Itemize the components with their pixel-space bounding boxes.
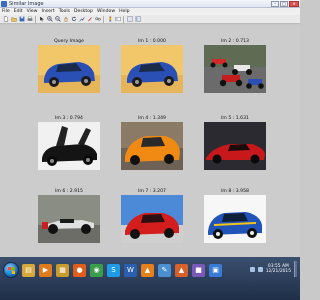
result-image[interactable]	[38, 195, 100, 243]
figure-canvas: Query Image Im 1 : 0.000 Im 2 : 0.713 Im…	[0, 25, 300, 257]
result-tile: Im 8 : 3.958	[204, 189, 266, 243]
menu-tools[interactable]: Tools	[59, 8, 70, 15]
vlc-icon[interactable]: ▲	[141, 263, 154, 277]
window-title: Similar Image	[9, 1, 44, 7]
result-tile: Im 5 : 1.631	[204, 116, 266, 170]
media-player-icon[interactable]: ▶	[39, 263, 52, 277]
windows-logo-icon	[8, 267, 15, 274]
colorbar-icon[interactable]	[106, 16, 113, 23]
result-tile: Im 6 : 2.915	[38, 189, 100, 243]
result-image[interactable]	[121, 195, 183, 243]
menu-bar: File Edit View Insert Tools Desktop Wind…	[0, 8, 300, 15]
pinned-apps: ▤ ▶ ▦ ● ◉ S W ▲ ✎ ▲ ■ ▣	[22, 261, 222, 279]
legend-icon[interactable]	[114, 16, 121, 23]
menu-insert[interactable]: Insert	[42, 8, 55, 15]
toolbar-separator	[103, 15, 104, 23]
result-tile: Im 3 : 0.794	[38, 116, 100, 170]
pan-icon[interactable]	[62, 16, 69, 23]
menu-edit[interactable]: Edit	[14, 8, 23, 15]
result-image[interactable]	[121, 45, 183, 93]
folder-icon[interactable]: ▦	[56, 263, 69, 277]
window-controls: – □ ✕	[271, 1, 299, 7]
new-icon[interactable]	[2, 16, 9, 23]
result-tile: Query Image	[38, 39, 100, 93]
skype-icon[interactable]: S	[107, 263, 120, 277]
taskbar: ▤ ▶ ▦ ● ◉ S W ▲ ✎ ▲ ■ ▣ 03:55 AM 12/21/2015	[0, 257, 300, 300]
word-icon[interactable]: W	[124, 263, 137, 277]
system-tray: 03:55 AM 12/21/2015	[249, 261, 297, 277]
start-button[interactable]	[3, 262, 19, 278]
clock-date: 12/21/2015	[265, 269, 291, 274]
clock[interactable]: 03:55 AM 12/21/2015	[266, 264, 291, 274]
pointer-icon[interactable]	[38, 16, 45, 23]
firefox-icon[interactable]: ●	[73, 263, 86, 277]
volume-icon[interactable]	[257, 266, 263, 272]
brush-icon[interactable]	[86, 16, 93, 23]
zoom-in-icon[interactable]	[46, 16, 53, 23]
result-image[interactable]	[204, 122, 266, 170]
print-icon[interactable]	[26, 16, 33, 23]
show-desktop-button[interactable]	[294, 261, 297, 277]
show-plot-tools-icon[interactable]	[134, 16, 141, 23]
menu-view[interactable]: View	[27, 8, 38, 15]
figure-window-icon[interactable]: ▣	[209, 263, 222, 277]
open-icon[interactable]	[10, 16, 17, 23]
rotate-icon[interactable]	[70, 16, 77, 23]
hide-plot-tools-icon[interactable]	[126, 16, 133, 23]
figure-app-icon	[1, 1, 7, 7]
result-tile: Im 1 : 0.000	[121, 39, 183, 93]
result-image[interactable]	[204, 45, 266, 93]
link-icon[interactable]	[94, 16, 101, 23]
paint-icon[interactable]: ✎	[158, 263, 171, 277]
matlab-icon[interactable]: ▲	[175, 263, 188, 277]
menu-help[interactable]: Help	[119, 8, 129, 15]
menu-file[interactable]: File	[2, 8, 10, 15]
result-tile: Im 2 : 0.713	[204, 39, 266, 93]
toolbar-separator	[35, 15, 36, 23]
result-image[interactable]	[38, 122, 100, 170]
menu-window[interactable]: Window	[97, 8, 115, 15]
menu-desktop[interactable]: Desktop	[74, 8, 93, 15]
save-icon[interactable]	[18, 16, 25, 23]
maximize-button[interactable]: □	[280, 1, 288, 7]
toolbar-separator	[123, 15, 124, 23]
zoom-out-icon[interactable]	[54, 16, 61, 23]
data-cursor-icon[interactable]	[78, 16, 85, 23]
result-tile: Im 4 : 1.349	[121, 116, 183, 170]
network-icon[interactable]	[249, 266, 255, 272]
close-button[interactable]: ✕	[289, 1, 299, 7]
minimize-button[interactable]: –	[271, 1, 279, 7]
explorer-icon[interactable]: ▤	[22, 263, 35, 277]
result-tile: Im 7 : 3.207	[121, 189, 183, 243]
result-image[interactable]	[121, 122, 183, 170]
chrome-icon[interactable]: ◉	[90, 263, 103, 277]
title-bar: Similar Image – □ ✕	[0, 0, 300, 8]
result-image[interactable]	[204, 195, 266, 243]
query-image	[38, 45, 100, 93]
app-icon[interactable]: ■	[192, 263, 205, 277]
figure-toolbar	[0, 15, 300, 24]
